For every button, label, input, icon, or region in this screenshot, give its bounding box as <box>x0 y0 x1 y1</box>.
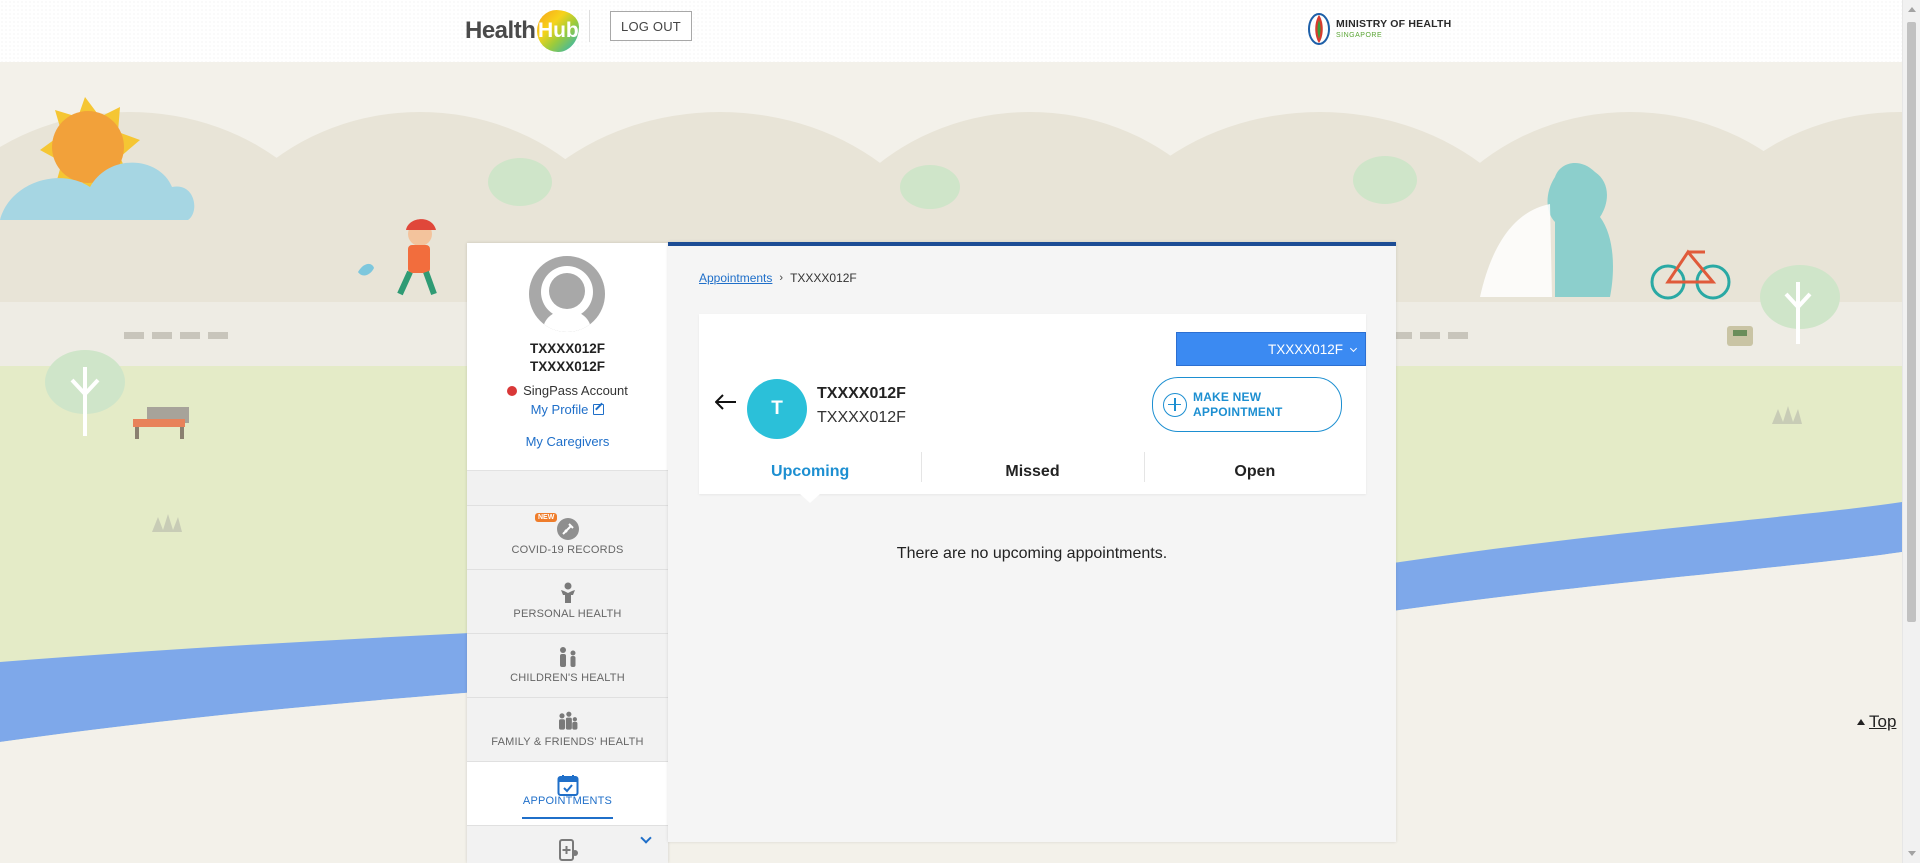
new-badge: NEW <box>535 513 558 522</box>
account-status-label: SingPass Account <box>523 383 628 398</box>
make-appt-line1: MAKE NEW <box>1193 389 1262 404</box>
site-header: Health Hub LOG OUT MINISTRY OF HEALTH SI… <box>0 0 1902 62</box>
active-nav-indicator <box>522 817 613 819</box>
chevron-down-icon <box>1349 344 1358 353</box>
profile-id: TXXXX012F <box>529 359 606 374</box>
triangle-up-icon <box>1857 719 1865 725</box>
make-new-appointment-button[interactable]: MAKE NEW APPOINTMENT <box>1152 377 1342 432</box>
nav-item-personal-health[interactable]: PERSONAL HEALTH <box>467 569 668 633</box>
member-id: TXXXX012F <box>817 409 906 426</box>
nav-label: CHILDREN'S HEALTH <box>510 672 625 684</box>
member-name: TXXXX012F <box>817 385 906 402</box>
nav-label: PERSONAL HEALTH <box>513 608 622 620</box>
scroll-thumb[interactable] <box>1907 22 1916 622</box>
sidebar-spacer <box>467 470 668 505</box>
nav-label: COVID-19 RECORDS <box>511 544 624 556</box>
nav-label: APPOINTMENTS <box>522 795 613 807</box>
tab-missed[interactable]: Missed <box>921 452 1143 494</box>
nav-item-appointments[interactable]: APPOINTMENTS <box>467 761 668 825</box>
nav-label: FAMILY & FRIENDS' HEALTH <box>491 736 644 748</box>
calendar-check-icon <box>556 773 580 797</box>
logout-button[interactable]: LOG OUT <box>610 11 692 41</box>
appointment-tabs: Upcoming Missed Open <box>699 452 1366 494</box>
moh-logo[interactable]: MINISTRY OF HEALTH SINGAPORE <box>1308 12 1451 46</box>
member-select-value: TXXXX012F <box>1267 341 1343 357</box>
avatar <box>529 256 605 332</box>
medication-icon <box>556 837 580 861</box>
breadcrumb: Appointments › TXXXX012F <box>699 271 857 285</box>
profile-name: TXXXX012F <box>529 341 606 356</box>
breadcrumb-appointments-link[interactable]: Appointments <box>699 271 772 285</box>
nav-item-medication[interactable] <box>467 825 668 863</box>
member-select-dropdown[interactable]: TXXXX012F <box>1176 332 1366 366</box>
chevron-down-icon[interactable] <box>640 832 652 844</box>
children-icon <box>556 645 580 669</box>
family-icon <box>556 709 580 733</box>
tab-open[interactable]: Open <box>1143 452 1366 494</box>
my-caregivers-link[interactable]: My Caregivers <box>467 434 668 449</box>
status-dot-icon <box>507 386 518 396</box>
breadcrumb-separator-icon: › <box>779 272 784 284</box>
scroll-up-icon[interactable] <box>1908 7 1916 12</box>
appointments-panel: Appointments › TXXXX012F TXXXX012F T TXX… <box>668 242 1396 842</box>
logo-text-health: Health <box>465 17 536 44</box>
person-health-icon <box>556 581 580 605</box>
account-status: SingPass Account <box>467 383 668 398</box>
moh-title: MINISTRY OF HEALTH <box>1336 18 1452 31</box>
back-arrow-icon[interactable] <box>715 394 737 410</box>
header-divider <box>589 10 590 42</box>
tab-upcoming[interactable]: Upcoming <box>699 452 921 494</box>
member-card: TXXXX012F T TXXXX012F TXXXX012F MAKE NEW… <box>699 314 1366 503</box>
back-to-top-label: Top <box>1869 712 1897 731</box>
healthhub-logo[interactable]: Health Hub <box>465 8 580 54</box>
active-tab-pointer <box>800 494 820 503</box>
member-avatar: T <box>747 379 807 439</box>
profile-sidebar: TXXXX012F TXXXX012F SingPass Account My … <box>467 243 668 863</box>
nav-item-family-friends-health[interactable]: FAMILY & FRIENDS' HEALTH <box>467 697 668 761</box>
edit-icon <box>593 404 605 415</box>
moh-subtitle: SINGAPORE <box>1336 31 1383 39</box>
empty-state-message: There are no upcoming appointments. <box>896 545 1168 562</box>
nav-item-covid-19-records[interactable]: NEW COVID-19 RECORDS <box>467 505 668 569</box>
nav-item-childrens-health[interactable]: CHILDREN'S HEALTH <box>467 633 668 697</box>
logo-text-hub: Hub <box>537 10 580 52</box>
syringe-icon <box>556 517 580 541</box>
moh-emblem-icon <box>1308 13 1330 45</box>
page-scrollbar[interactable] <box>1902 0 1920 863</box>
plus-circle-icon <box>1163 392 1187 417</box>
my-profile-label: My Profile <box>530 402 589 417</box>
breadcrumb-current: TXXXX012F <box>790 271 857 285</box>
make-appt-line2: APPOINTMENT <box>1193 404 1283 419</box>
my-profile-link[interactable]: My Profile <box>467 402 668 417</box>
scroll-down-icon[interactable] <box>1908 851 1916 856</box>
back-to-top-link[interactable]: Top <box>1857 712 1896 732</box>
